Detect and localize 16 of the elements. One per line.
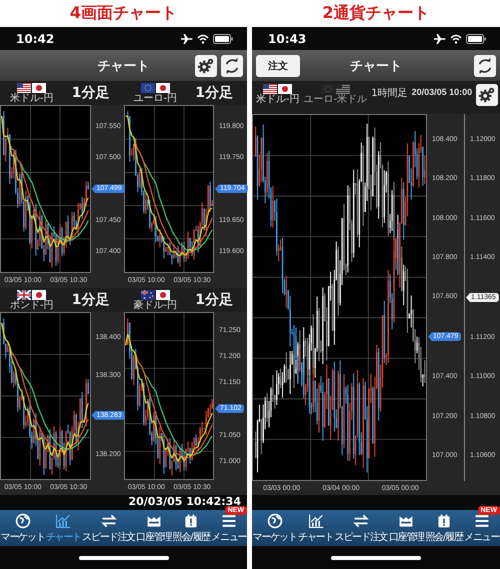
status-time: 10:43 xyxy=(268,32,306,46)
interval-label: 1分足 xyxy=(195,84,233,102)
screen-caption: 2通貨チャート xyxy=(321,2,431,24)
screen-caption: 4画面チャート xyxy=(68,2,178,24)
status-time: 10:42 xyxy=(16,32,54,46)
interval-label: 1時間足 xyxy=(371,86,408,100)
currency-pair-label: ユーロ-円 xyxy=(134,94,178,104)
interval-label: 1分足 xyxy=(72,291,110,309)
interval-label: 1分足 xyxy=(72,84,110,102)
nav-title: チャート xyxy=(98,58,150,74)
date-time: 20/03/05 10:00 xyxy=(412,86,472,97)
currency-pair-label: 豪ドル-円 xyxy=(134,300,178,310)
nav-title: チャート xyxy=(350,58,402,74)
currency-pair-label: ポンド-円 xyxy=(10,300,54,310)
currency-pair-label: 米ドル-円 xyxy=(10,94,54,104)
interval-label: 1分足 xyxy=(195,291,233,309)
